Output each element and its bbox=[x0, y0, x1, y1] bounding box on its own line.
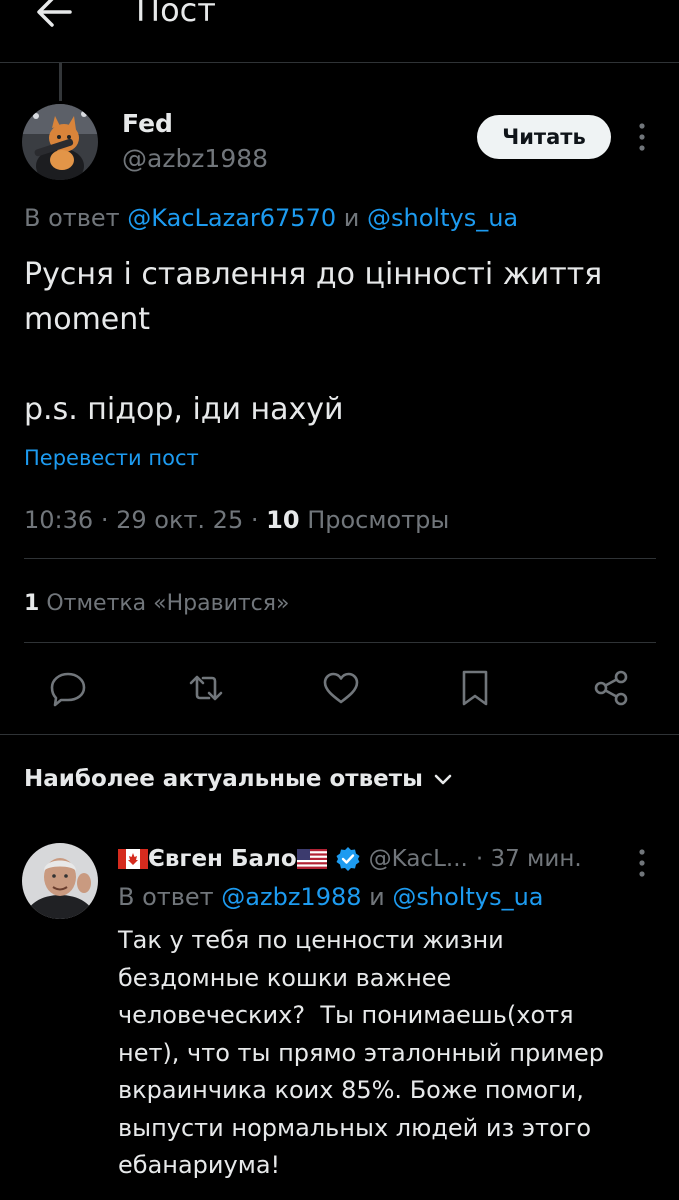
post-meta: 10:36 · 29 окт. 25 · 10 Просмотры bbox=[24, 502, 449, 538]
thread-connector-line bbox=[59, 63, 62, 101]
likes-count: 1 bbox=[24, 591, 40, 616]
mention-link[interactable]: @sholtys_ua bbox=[392, 883, 543, 911]
reply-author-avatar[interactable] bbox=[22, 843, 98, 919]
canada-flag-icon bbox=[118, 849, 148, 869]
top-bar: Пост bbox=[0, 0, 679, 62]
mention-link[interactable]: @sholtys_ua bbox=[367, 204, 518, 232]
translate-post-link[interactable]: Перевести пост bbox=[24, 442, 199, 474]
heart-icon[interactable] bbox=[319, 666, 363, 710]
replying-to-joiner: и bbox=[369, 883, 385, 911]
author-handle[interactable]: @azbz1988 bbox=[122, 143, 268, 175]
reply-time: · 37 мин. bbox=[475, 846, 582, 872]
mention-link[interactable]: @KacLazar67570 bbox=[127, 204, 336, 232]
post-date: 29 окт. 25 bbox=[116, 506, 244, 534]
retweet-icon[interactable] bbox=[184, 666, 228, 710]
likes-summary[interactable]: 1 Отметка «Нравится» bbox=[24, 587, 289, 621]
author-avatar[interactable] bbox=[22, 104, 98, 180]
reply-replying-to-line: В ответ @azbz1988 и @sholtys_ua bbox=[118, 880, 544, 914]
replying-to-line: В ответ @KacLazar67570 и @sholtys_ua bbox=[24, 202, 518, 234]
more-options-icon[interactable] bbox=[630, 120, 654, 154]
header-divider bbox=[0, 62, 679, 63]
reply-author-handle[interactable]: @KacL... bbox=[369, 842, 468, 876]
replying-to-prefix: В ответ bbox=[24, 204, 120, 232]
replies-sort-label: Наиболее актуальные ответы bbox=[24, 766, 423, 792]
divider bbox=[24, 558, 656, 559]
follow-button[interactable]: Читать bbox=[477, 115, 611, 159]
post-time: 10:36 bbox=[24, 506, 94, 534]
mention-link[interactable]: @azbz1988 bbox=[221, 883, 361, 911]
author-name[interactable]: Fed bbox=[122, 108, 173, 140]
meta-separator: · bbox=[250, 506, 259, 534]
more-options-icon[interactable] bbox=[630, 846, 654, 880]
likes-label: Отметка «Нравится» bbox=[46, 591, 290, 616]
replying-to-prefix: В ответ bbox=[118, 883, 214, 911]
replies-sort-selector[interactable]: Наиболее актуальные ответы bbox=[24, 762, 453, 796]
reply-author-name[interactable]: Євген Бало bbox=[148, 842, 297, 876]
replying-to-joiner: и bbox=[343, 204, 360, 232]
post-text: Русня і ставлення до цінності життя mome… bbox=[24, 257, 603, 427]
divider bbox=[24, 642, 656, 643]
comment-icon[interactable] bbox=[46, 666, 90, 710]
bookmark-icon[interactable] bbox=[453, 666, 497, 710]
usa-flag-icon bbox=[296, 849, 327, 869]
views-count: 10 bbox=[266, 506, 300, 534]
arrow-left-icon[interactable] bbox=[32, 0, 76, 32]
meta-separator: · bbox=[100, 506, 109, 534]
page-title: Пост bbox=[136, 0, 216, 29]
reply-text: Так у тебя по ценности жизни бездомные к… bbox=[118, 926, 604, 1179]
reply-header: Євген Бало @KacL... · 37 мин. bbox=[118, 842, 582, 876]
divider bbox=[0, 734, 679, 735]
chevron-down-icon bbox=[434, 774, 452, 785]
share-icon[interactable] bbox=[589, 666, 633, 710]
views-label: Просмотры bbox=[307, 506, 450, 534]
verified-badge-icon bbox=[336, 847, 360, 871]
